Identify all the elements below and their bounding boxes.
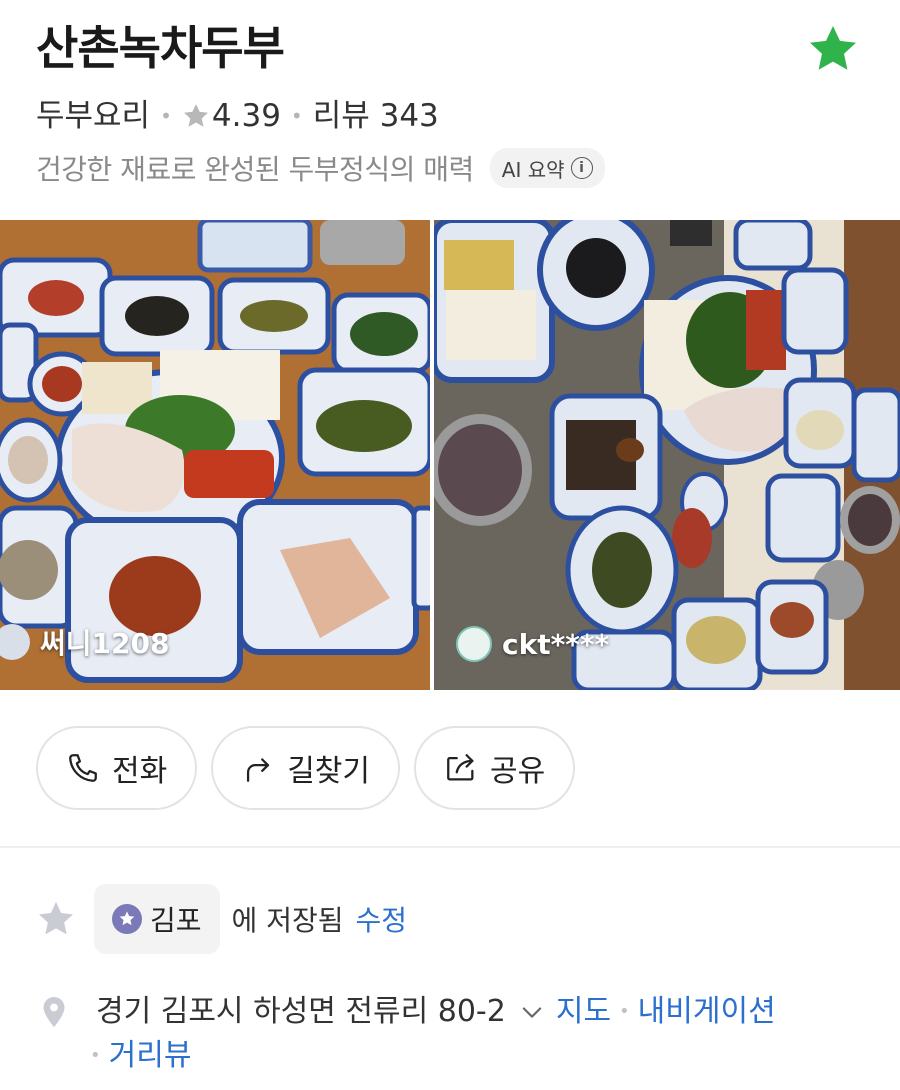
address-text: 경기 김포시 하성면 전류리 80-2 [96,994,506,1029]
ai-summary-row: 건강한 재료로 완성된 두부정식의 매력 AI 요약 i [36,148,605,188]
chevron-down-icon[interactable] [518,998,546,1026]
photo-food-2[interactable]: ckt**** [434,220,900,690]
user-avatar [0,624,30,660]
navigation-link[interactable]: 내비게이션 [638,990,776,1034]
rating-value: 4.39 [211,98,281,134]
directions-icon [247,758,270,782]
title-row: 산촌녹차두부 [36,14,866,84]
user-avatar [456,626,492,662]
directions-button[interactable]: 길찾기 [211,726,401,810]
section-divider [0,846,900,848]
share-icon [447,754,474,781]
address-line: 경기 김포시 하성면 전류리 80-2 지도 • 내비게이션 [96,990,776,1034]
address-line-2: • 거리뷰 [90,1034,192,1078]
info-icon: i [570,157,593,179]
share-label: 공유 [490,754,546,789]
share-button[interactable]: 공유 [414,726,576,810]
phone-icon [69,754,97,782]
folder-name: 김포 [150,904,202,937]
action-buttons: 전화 길찾기 공유 [36,726,576,810]
location-pin-icon [43,997,65,1027]
photo-username: 써니1208 [40,627,170,660]
ai-summary-badge[interactable]: AI 요약 i [489,148,605,188]
street-view-link[interactable]: 거리뷰 [109,1034,192,1078]
food-photo-image [0,220,430,690]
separator-dot: • [290,104,303,128]
photo-username: ckt**** [502,627,610,661]
folder-star-icon [112,904,142,934]
call-button[interactable]: 전화 [36,726,198,810]
photo-gallery[interactable]: 써니1208 ckt**** [0,220,900,690]
photo-food-1[interactable]: 써니1208 [0,220,430,690]
ai-summary-text: 건강한 재료로 완성된 두부정식의 매력 [36,153,474,186]
photo-user-tag[interactable]: 써니1208 [0,622,169,662]
saved-folder-chip[interactable]: 김포 [94,884,220,954]
rating-star-icon [183,104,208,127]
photo-user-tag[interactable]: ckt**** [456,626,609,662]
separator-dot: • [160,104,172,128]
map-link[interactable]: 지도 [556,990,611,1034]
edit-saved-link[interactable]: 수정 [355,899,407,939]
call-label: 전화 [112,754,168,789]
separator-dot: • [90,1045,101,1066]
review-count-link[interactable]: 리뷰 343 [313,96,439,136]
saved-row: 김포 에 저장됨 수정 [36,884,407,954]
place-title: 산촌녹차두부 [36,21,285,75]
ai-badge-label: AI 요약 [501,157,565,182]
directions-label: 길찾기 [287,754,371,789]
meta-row: 두부요리 • 4.39 • 리뷰 343 [36,96,439,136]
saved-status-text: 에 저장됨 [231,904,344,937]
separator-dot: • [619,1001,630,1022]
saved-star-icon[interactable] [36,899,76,939]
food-photo-image [434,220,900,690]
favorite-star-icon[interactable] [806,22,860,76]
category-label: 두부요리 [36,98,151,134]
